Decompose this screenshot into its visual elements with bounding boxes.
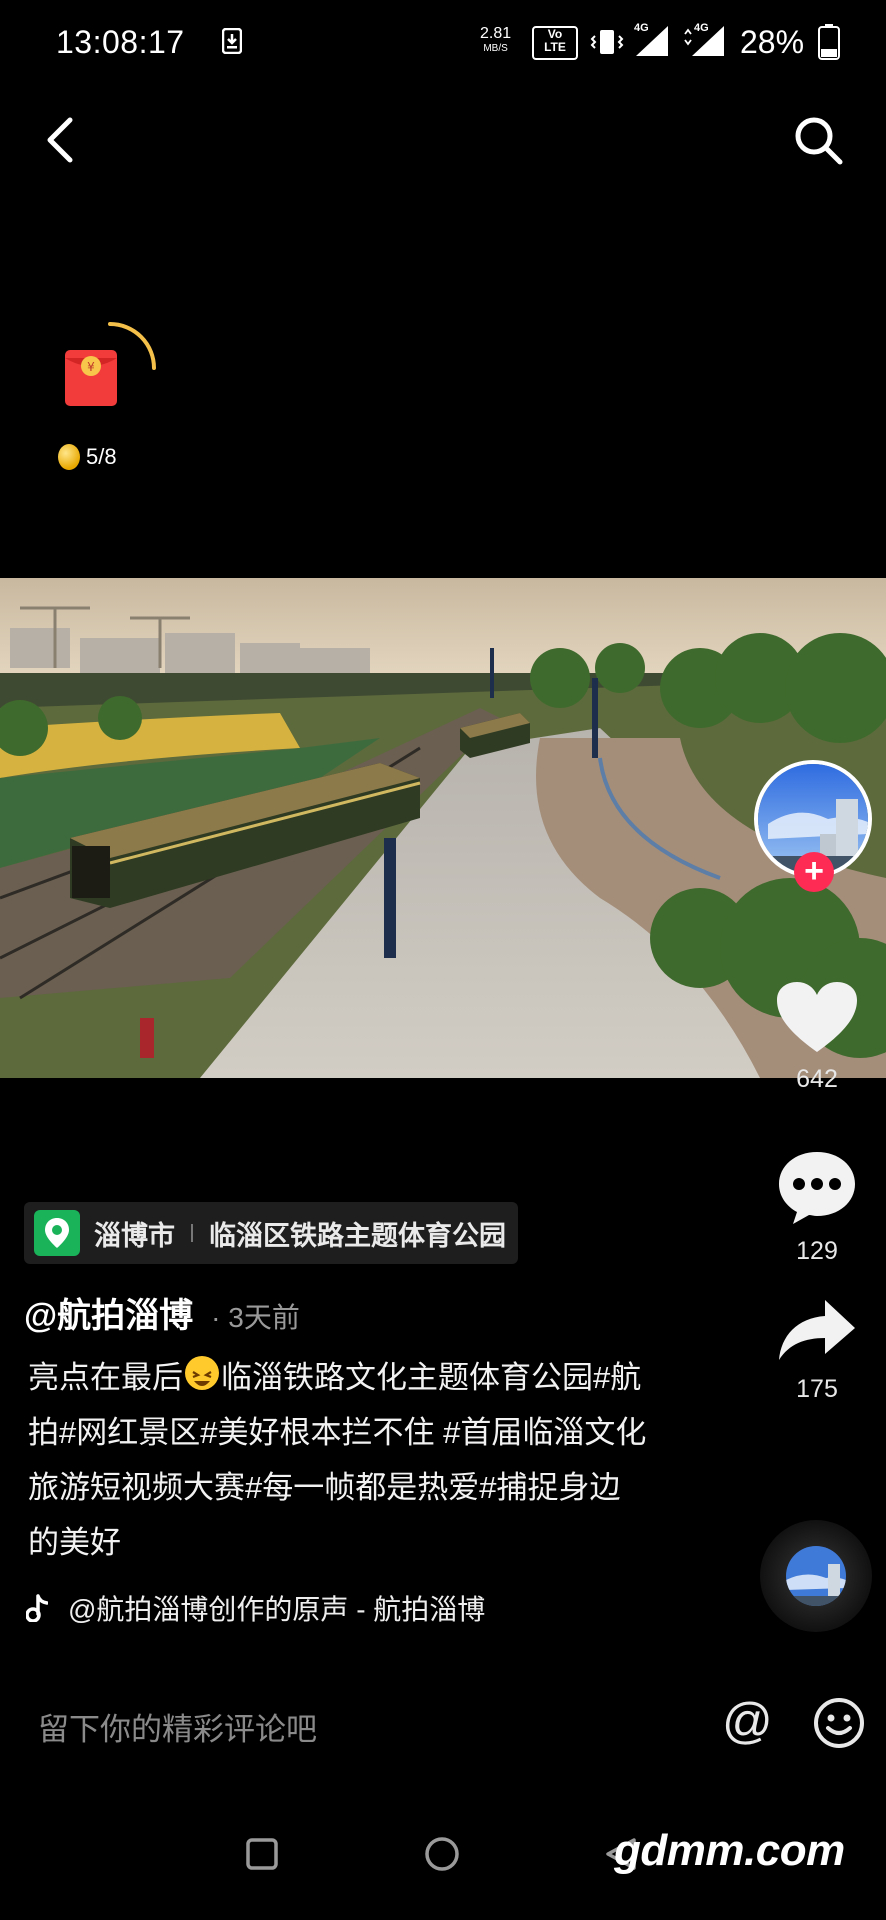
location-pin-icon <box>34 1210 80 1256</box>
like-count: 642 <box>796 1065 838 1093</box>
network-speed: 2.81 MB/S <box>480 26 511 56</box>
at-mention-icon[interactable]: @ <box>722 1696 773 1746</box>
music-note-icon <box>26 1594 48 1622</box>
recent-apps-button[interactable] <box>246 1838 278 1870</box>
signal-strength-icon: 4G <box>634 22 670 58</box>
home-button[interactable] <box>424 1836 460 1872</box>
coin-progress: 5/8 <box>58 444 117 470</box>
location-place: 临淄区铁路主题体育公园 <box>209 1220 506 1251</box>
laughing-emoji-icon <box>185 1356 219 1390</box>
caption-part1: 亮点在最后 <box>28 1360 183 1395</box>
comment-button[interactable]: 129 <box>762 1148 872 1266</box>
location-city: 淄博市 <box>94 1220 175 1251</box>
share-count: 175 <box>796 1375 838 1403</box>
status-bar: 13:08:17 2.81 MB/S Vo LTE 4G 4G 28% <box>0 0 886 90</box>
signal2-label: 4G <box>694 22 709 34</box>
post-caption[interactable]: 亮点在最后 临淄铁路文化主题体育公园#航拍#网红景区#美好根本拦不住 #首届临淄文… <box>28 1350 648 1570</box>
battery-icon <box>818 24 840 60</box>
location-separator <box>191 1224 193 1242</box>
like-button[interactable]: 642 <box>762 980 872 1094</box>
music-row[interactable]: @航拍淄博创作的原声 - 航拍淄博 <box>26 1588 485 1628</box>
net-speed-unit: MB/S <box>483 43 508 54</box>
author-name[interactable]: @航拍淄博 <box>24 1288 193 1337</box>
share-icon <box>779 1300 855 1360</box>
search-icon[interactable] <box>790 112 846 168</box>
share-button[interactable]: 175 <box>762 1296 872 1404</box>
music-disc-cover <box>786 1546 846 1606</box>
chevron-left-icon[interactable] <box>40 112 80 168</box>
volte-bottom: LTE <box>544 40 566 54</box>
status-time: 13:08:17 <box>56 24 185 60</box>
net-speed-value: 2.81 <box>480 25 512 42</box>
download-notification-icon <box>222 28 242 54</box>
comment-input[interactable]: 留下你的精彩评论吧 <box>38 1704 317 1749</box>
watermark: gdmm.com <box>614 1826 845 1875</box>
heart-icon <box>777 982 857 1052</box>
music-disc-button[interactable] <box>760 1520 872 1632</box>
red-packet-icon: ¥ <box>65 322 156 406</box>
author-avatar-button[interactable]: + <box>754 760 882 892</box>
gold-coin-icon <box>58 444 80 470</box>
signal1-label: 4G <box>634 22 649 34</box>
comment-icon <box>779 1152 855 1224</box>
vibrate-icon <box>590 30 624 54</box>
volte-badge: Vo LTE <box>532 26 578 60</box>
post-time: · 3天前 <box>211 1302 300 1333</box>
svg-text:¥: ¥ <box>87 360 95 374</box>
coin-progress-text: 5/8 <box>86 444 117 469</box>
battery-percentage: 28% <box>740 24 805 60</box>
location-tag[interactable]: 淄博市 临淄区铁路主题体育公园 <box>24 1202 518 1264</box>
signal-strength-icon: 4G <box>682 22 726 58</box>
music-title: @航拍淄博创作的原声 - 航拍淄博 <box>68 1594 486 1625</box>
follow-button[interactable]: + <box>794 852 834 892</box>
emoji-smile-icon[interactable] <box>812 1696 866 1750</box>
comment-count: 129 <box>796 1237 838 1265</box>
red-packet-reward-button[interactable]: ¥ <box>62 320 158 416</box>
author-row: @航拍淄博 · 3天前 <box>24 1288 300 1337</box>
